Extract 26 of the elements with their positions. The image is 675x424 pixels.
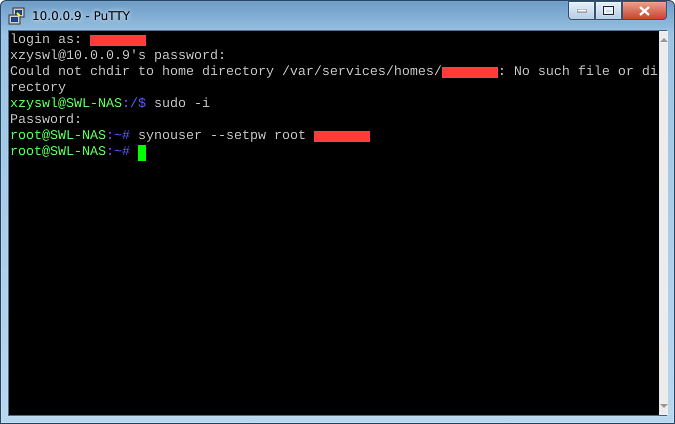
maximize-icon	[603, 6, 614, 15]
minimize-icon	[576, 8, 586, 12]
redaction-bar	[314, 131, 370, 142]
terminal-text: Password:	[10, 113, 82, 129]
prompt-path: :/$	[122, 97, 146, 113]
minimize-button[interactable]	[568, 1, 595, 20]
terminal-text: rectory	[10, 81, 66, 97]
terminal-text: login as:	[10, 33, 83, 49]
close-icon	[639, 6, 650, 16]
window-title: 10.0.0.9 - PuTTY	[32, 8, 131, 22]
prompt-text: root@SWL-NAS	[10, 129, 106, 145]
terminal-text: synouser --setpw root	[136, 129, 307, 145]
terminal-text: Could not chdir to home directory /var/services/homes/	[10, 65, 442, 81]
prompt-text: root@SWL-NAS	[10, 145, 106, 161]
text-cursor	[138, 145, 146, 161]
terminal-computer-icon	[8, 6, 26, 24]
redaction-bar	[90, 35, 146, 46]
terminal-text: xzyswl@10.0.0.9's password:	[10, 49, 226, 65]
redaction-bar	[442, 67, 498, 78]
terminal-text: sudo -i	[152, 97, 210, 113]
close-button[interactable]	[622, 1, 667, 20]
terminal-text: : No such file or di	[498, 65, 658, 81]
maximize-button[interactable]	[595, 1, 622, 20]
prompt-path: :~#	[106, 145, 130, 161]
prompt-path: :~#	[106, 129, 130, 145]
prompt-text: xzyswl@SWL-NAS	[10, 97, 122, 113]
